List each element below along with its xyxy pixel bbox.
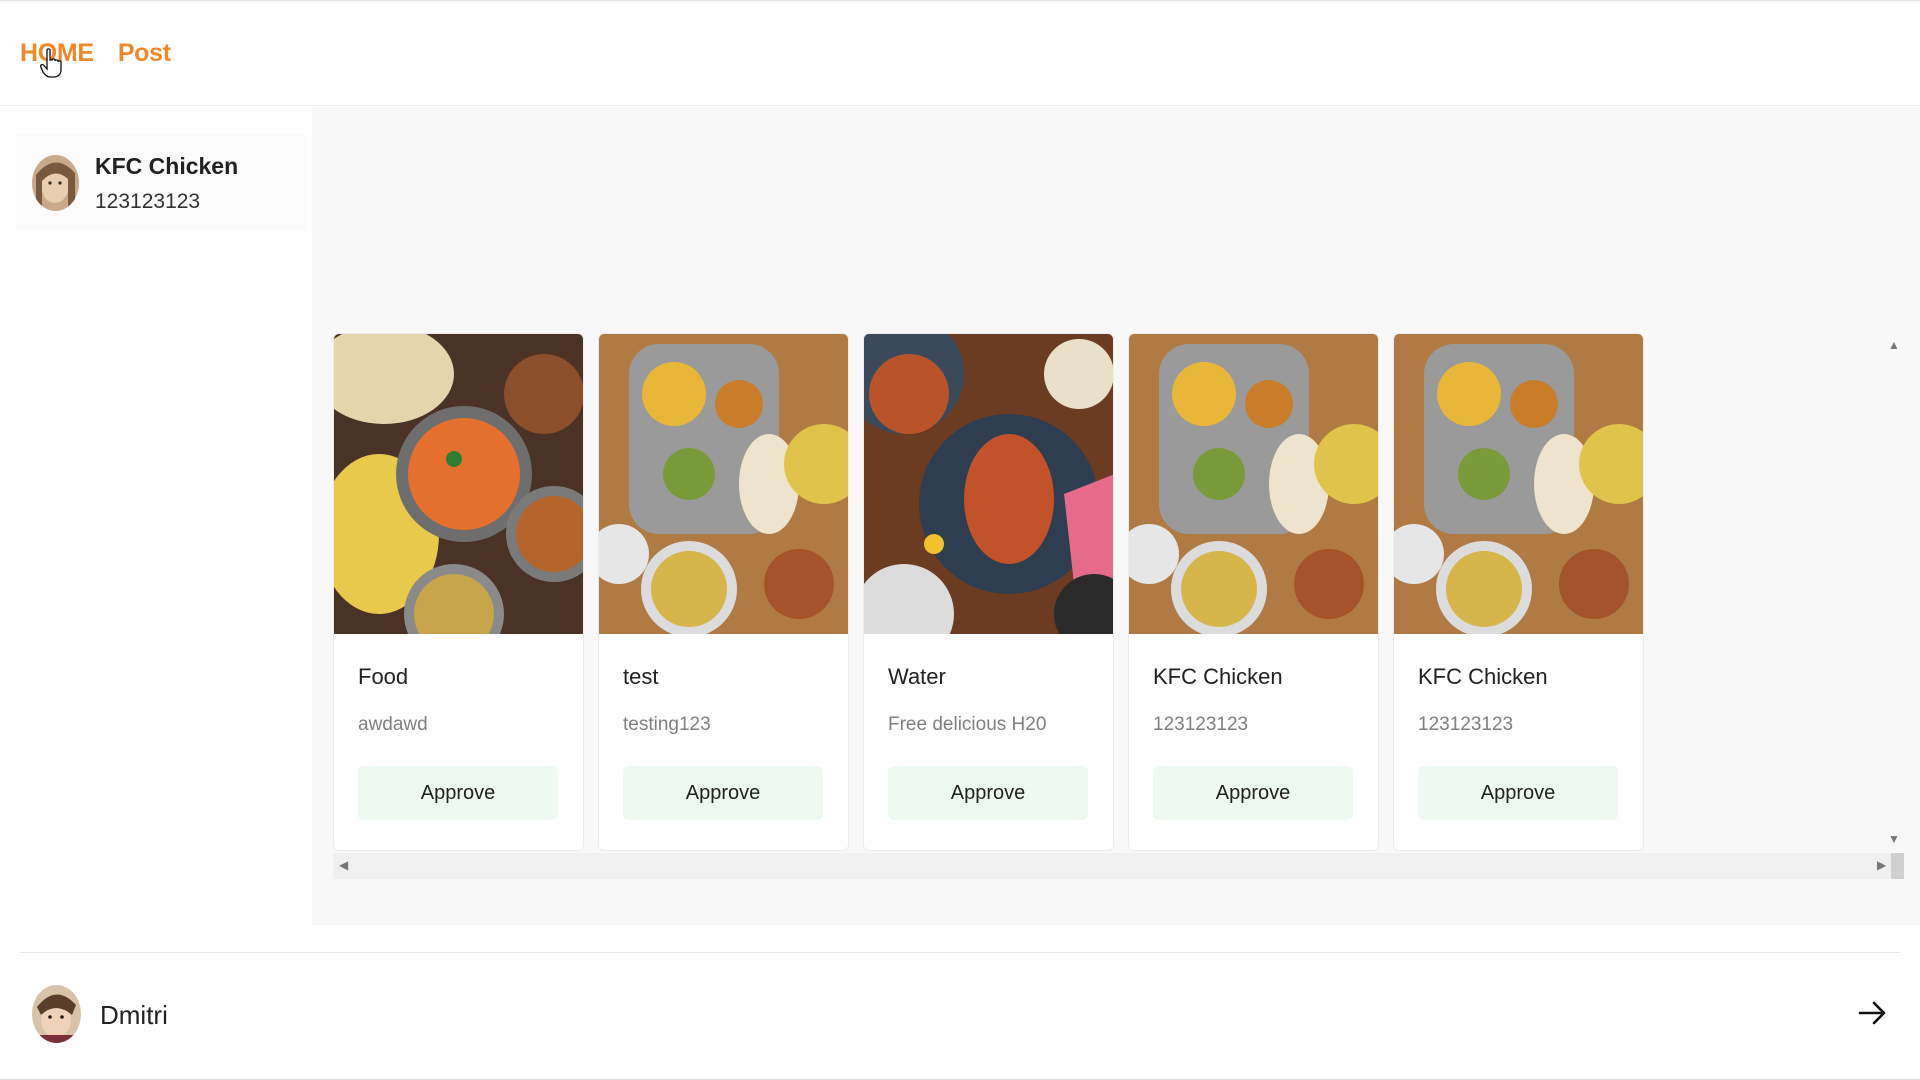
cards-scroll-area[interactable]: Food awdawd Approve test testing123 Appr… bbox=[333, 333, 1884, 851]
card-title: KFC Chicken bbox=[1418, 664, 1548, 689]
vertical-scrollbar[interactable]: ▲ ▼ bbox=[1884, 333, 1904, 851]
card-description: 123123123 bbox=[1153, 714, 1249, 735]
approve-button[interactable]: Approve bbox=[623, 766, 823, 820]
card-description: 123123123 bbox=[1418, 714, 1514, 735]
card-image bbox=[1129, 334, 1378, 634]
post-card: KFC Chicken 123123123 Approve bbox=[1393, 333, 1644, 851]
sidebar-profile-card[interactable]: KFC Chicken 123123123 bbox=[16, 135, 306, 231]
approve-button[interactable]: Approve bbox=[358, 766, 558, 820]
card-image bbox=[1394, 334, 1643, 634]
sidebar: KFC Chicken 123123123 bbox=[0, 107, 312, 925]
post-card: KFC Chicken 123123123 Approve bbox=[1128, 333, 1379, 851]
post-card: Water Free delicious H20 Approve bbox=[863, 333, 1114, 851]
card-description: testing123 bbox=[623, 714, 711, 735]
scrollbar-corner bbox=[1891, 853, 1904, 879]
scroll-down-icon[interactable]: ▼ bbox=[1888, 833, 1900, 845]
footer-user-bar: Dmitri bbox=[0, 960, 1920, 1080]
scroll-right-icon[interactable]: ▶ bbox=[1877, 859, 1886, 871]
horizontal-scrollbar[interactable]: ◀ ▶ bbox=[333, 853, 1904, 879]
hand-pointer-cursor-icon bbox=[40, 48, 62, 78]
card-image bbox=[599, 334, 848, 634]
card-title: KFC Chicken bbox=[1153, 664, 1283, 689]
card-image bbox=[864, 334, 1113, 634]
arrow-right-icon[interactable] bbox=[1856, 996, 1890, 1030]
post-card: Food awdawd Approve bbox=[333, 333, 584, 851]
profile-name: KFC Chicken bbox=[95, 152, 239, 179]
user-avatar[interactable] bbox=[32, 985, 81, 1043]
footer-divider bbox=[20, 952, 1900, 953]
scroll-left-icon[interactable]: ◀ bbox=[339, 859, 348, 871]
approve-button[interactable]: Approve bbox=[1153, 766, 1353, 820]
top-navigation: HOME Post bbox=[0, 0, 1920, 106]
approve-button[interactable]: Approve bbox=[888, 766, 1088, 820]
profile-avatar bbox=[32, 155, 79, 211]
card-title: test bbox=[623, 664, 659, 689]
scroll-up-icon[interactable]: ▲ bbox=[1888, 339, 1900, 351]
card-description: Free delicious H20 bbox=[888, 714, 1047, 735]
approve-button[interactable]: Approve bbox=[1418, 766, 1618, 820]
main-content: Food awdawd Approve test testing123 Appr… bbox=[312, 107, 1920, 925]
nav-post-link[interactable]: Post bbox=[118, 39, 171, 68]
post-card: test testing123 Approve bbox=[598, 333, 849, 851]
user-name: Dmitri bbox=[100, 1000, 168, 1030]
card-title: Water bbox=[888, 664, 946, 689]
profile-subtitle: 123123123 bbox=[95, 189, 201, 213]
card-title: Food bbox=[358, 664, 409, 689]
card-image bbox=[334, 334, 583, 634]
card-description: awdawd bbox=[358, 714, 428, 735]
